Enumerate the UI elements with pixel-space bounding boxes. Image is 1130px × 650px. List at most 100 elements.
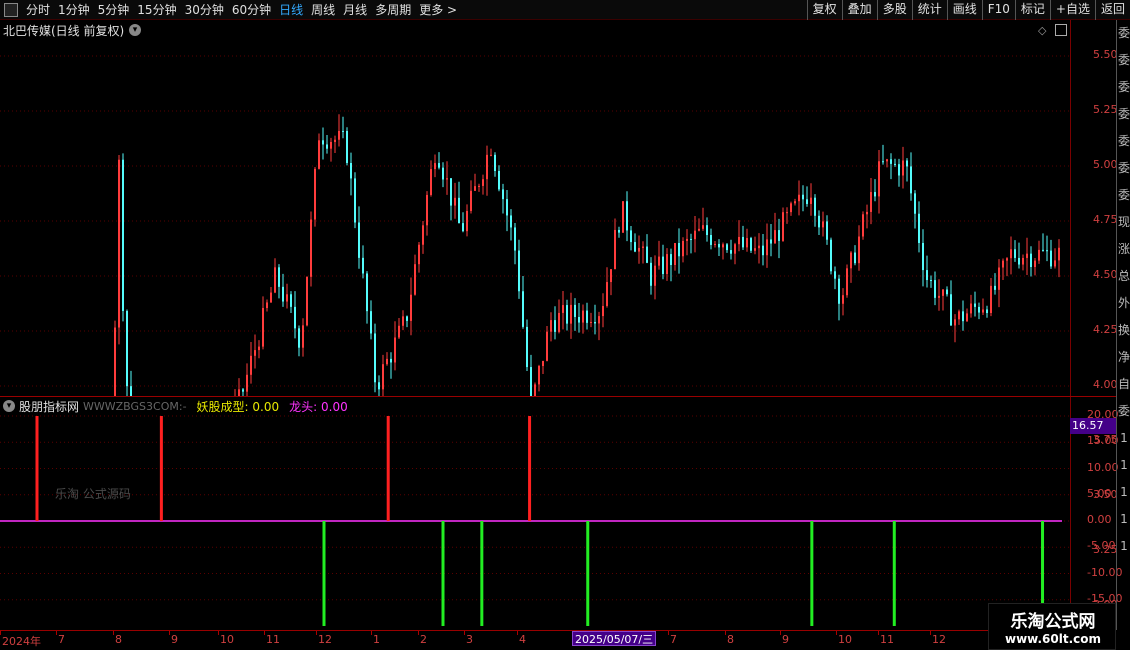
candle-body xyxy=(466,210,468,232)
period-1min[interactable]: 1分钟 xyxy=(54,0,94,20)
candle-body xyxy=(130,386,132,396)
indicator-chart[interactable] xyxy=(0,397,1070,630)
candlestick-chart[interactable] xyxy=(0,20,1070,396)
split-window-icon[interactable] xyxy=(1055,24,1067,36)
period-more[interactable]: 更多 > xyxy=(415,0,461,20)
period-intraday[interactable]: 分时 xyxy=(22,0,54,20)
side-strip-label: 外 xyxy=(1117,296,1130,310)
candle-body xyxy=(870,192,872,212)
period-monthly[interactable]: 月线 xyxy=(339,0,371,20)
period-60min[interactable]: 60分钟 xyxy=(228,0,275,20)
candle-body xyxy=(650,262,652,286)
candle-body xyxy=(1018,257,1020,265)
candle-body xyxy=(274,267,276,293)
candle-body xyxy=(558,312,560,332)
candle-body xyxy=(426,194,428,226)
side-strip-label: 1 xyxy=(1120,458,1128,472)
candle-body xyxy=(562,305,564,313)
time-tick xyxy=(780,631,781,635)
mark-button[interactable]: 标记 xyxy=(1014,0,1050,20)
time-tick xyxy=(930,631,931,635)
candle-body xyxy=(702,225,704,229)
side-strip-label: 委 xyxy=(1117,188,1130,202)
candle-body xyxy=(462,223,464,232)
candle-body xyxy=(422,225,424,245)
indicator-value-box: 16.57 xyxy=(1070,418,1116,434)
candle-body xyxy=(958,311,960,320)
yaoxing-value: 0.00 xyxy=(252,399,280,414)
candle-body xyxy=(890,159,892,164)
candle-body xyxy=(334,139,336,142)
candle-body xyxy=(586,310,588,323)
candle-body xyxy=(126,311,128,387)
statistics-button[interactable]: 统计 xyxy=(911,0,947,20)
candle-body xyxy=(866,211,868,215)
candle-body xyxy=(794,201,796,204)
chevron-down-icon[interactable]: ▾ xyxy=(129,24,141,36)
multi-stock-button[interactable]: 多股 xyxy=(876,0,912,20)
candle-body xyxy=(626,201,628,231)
candle-body xyxy=(810,197,812,204)
candle-body xyxy=(1042,249,1044,251)
time-tick xyxy=(464,631,465,635)
candle-body xyxy=(914,193,916,214)
candle-body xyxy=(910,166,912,194)
candle-body xyxy=(498,171,500,190)
candle-body xyxy=(546,331,548,361)
indicator-name[interactable]: 股朋指标网 xyxy=(19,398,79,415)
side-strip-label: 涨 xyxy=(1117,242,1130,256)
candle-body xyxy=(874,192,876,197)
side-strip-label: 委 xyxy=(1117,107,1130,121)
period-multi[interactable]: 多周期 xyxy=(371,0,415,20)
candle-body xyxy=(294,306,296,329)
chevron-down-icon[interactable]: ▾ xyxy=(3,400,15,412)
candle-body xyxy=(482,179,484,186)
longtou-signal-bar xyxy=(810,521,814,626)
period-weekly[interactable]: 周线 xyxy=(307,0,339,20)
candle-body xyxy=(886,159,888,162)
diamond-icon[interactable]: ◇ xyxy=(1038,24,1046,37)
longtou-signal-bar xyxy=(322,521,326,626)
f10-button[interactable]: F10 xyxy=(981,0,1015,20)
candle-body xyxy=(726,244,728,251)
overlay-button[interactable]: 叠加 xyxy=(841,0,877,20)
period-5min[interactable]: 5分钟 xyxy=(94,0,134,20)
candle-body xyxy=(1030,253,1032,267)
candle-body xyxy=(802,194,804,200)
candle-body xyxy=(490,154,492,156)
candle-body xyxy=(798,194,800,202)
candle-body xyxy=(1014,249,1016,258)
logo-url: www.60lt.com xyxy=(1004,632,1102,646)
candle-body xyxy=(246,374,248,392)
yaoxing-signal-bar xyxy=(386,416,390,521)
adjust-button[interactable]: 复权 xyxy=(806,0,842,20)
candle-body xyxy=(606,282,608,306)
add-watchlist-button[interactable]: +自选 xyxy=(1049,0,1095,20)
longtou-label: 龙头: xyxy=(289,399,318,414)
longtou-signal-bar xyxy=(892,521,896,626)
side-strip-label: 委 xyxy=(1117,26,1130,40)
yaoxing-signal-bar xyxy=(35,416,39,521)
candle-body xyxy=(806,199,808,204)
candle-body xyxy=(378,382,380,390)
candle-body xyxy=(526,326,528,368)
candle-body xyxy=(470,190,472,211)
candle-body xyxy=(478,185,480,187)
draw-line-button[interactable]: 画线 xyxy=(946,0,982,20)
candle-body xyxy=(494,154,496,172)
back-button[interactable]: 返回 xyxy=(1094,0,1130,20)
period-30min[interactable]: 30分钟 xyxy=(181,0,228,20)
time-tick xyxy=(725,631,726,635)
layout-icon[interactable] xyxy=(4,3,18,17)
candle-body xyxy=(118,159,120,328)
price-tick-label: 4.00 xyxy=(1093,378,1118,391)
side-strip-label: 1 xyxy=(1120,539,1128,553)
side-quote-strip: 委委委委委委委现涨总外换净自委11111 xyxy=(1116,20,1130,630)
candle-body xyxy=(834,271,836,279)
period-15min[interactable]: 15分钟 xyxy=(133,0,180,20)
period-daily[interactable]: 日线 xyxy=(275,0,307,20)
candle-body xyxy=(122,159,124,312)
candle-body xyxy=(658,256,660,266)
candle-body xyxy=(390,358,392,363)
longtou-readout: 龙头: 0.00 xyxy=(289,398,348,415)
